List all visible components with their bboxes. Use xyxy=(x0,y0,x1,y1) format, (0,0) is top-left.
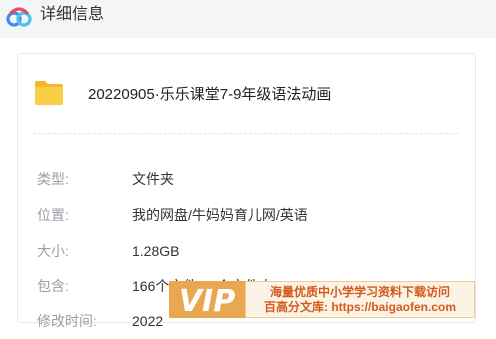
detail-label: 包含: xyxy=(37,278,69,294)
details-window: 详细信息 20220905·乐乐课堂7-9年级语法动画 类型: 文件夹 位置: xyxy=(0,0,496,339)
detail-label: 大小: xyxy=(37,243,69,259)
vip-logo-text: VIP xyxy=(179,284,235,318)
detail-label: 类型: xyxy=(37,171,69,187)
file-name: 20220905·乐乐课堂7-9年级语法动画 xyxy=(88,86,332,103)
detail-value: 我的网盘/牛妈妈育儿网/英语 xyxy=(132,207,308,223)
detail-value: 文件夹 xyxy=(132,171,174,187)
detail-label: 位置: xyxy=(37,207,69,223)
detail-value: 1.28GB xyxy=(132,243,180,259)
detail-row-size: 大小: 1.28GB xyxy=(18,241,475,261)
title-bar: 详细信息 xyxy=(0,0,496,40)
folder-icon xyxy=(34,76,64,108)
file-header: 20220905·乐乐课堂7-9年级语法动画 xyxy=(18,54,475,132)
detail-value: 2022 xyxy=(132,313,164,329)
detail-label: 修改时间: xyxy=(37,313,97,329)
baidu-netdisk-logo-icon xyxy=(5,5,33,29)
watermark-text: 海量优质中小学学习资料下载访问 百高分文库: https://baigaofen… xyxy=(245,281,475,318)
watermark-line-2: 百高分文库: https://baigaofen.com xyxy=(263,299,456,314)
divider xyxy=(33,133,458,134)
watermark-line-1: 海量优质中小学学习资料下载访问 xyxy=(269,284,450,299)
detail-row-location: 位置: 我的网盘/牛妈妈育儿网/英语 xyxy=(18,205,475,225)
window-title: 详细信息 xyxy=(40,6,105,23)
detail-row-type: 类型: 文件夹 xyxy=(18,169,475,189)
watermark-banner: VIP 海量优质中小学学习资料下载访问 百高分文库: https://baiga… xyxy=(169,281,475,318)
vip-logo: VIP xyxy=(169,281,245,318)
